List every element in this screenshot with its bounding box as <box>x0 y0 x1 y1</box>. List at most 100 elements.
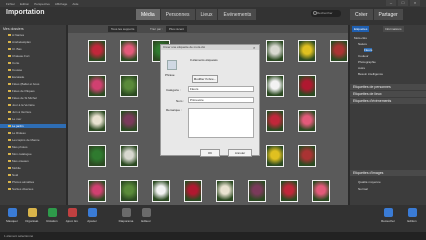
folder-item[interactable]: Le jardin <box>0 124 66 128</box>
folder-item[interactable]: Le mer <box>8 117 21 121</box>
keyword-item[interactable]: Couleur <box>358 54 369 58</box>
photo-thumbnail[interactable] <box>120 110 138 132</box>
tag-section-header[interactable]: Etiquettes d'évènements <box>350 98 426 104</box>
folder-label: Fêtes de St Michel <box>12 96 37 100</box>
keyword-item[interactable]: Mots-clés <box>354 36 367 40</box>
image-tag-item[interactable]: Normal <box>358 187 368 191</box>
photo-thumbnail[interactable] <box>266 40 284 62</box>
folder-item[interactable]: Ansbelastplan <box>8 40 31 44</box>
tab-information[interactable]: Informations <box>383 26 404 32</box>
folder-item[interactable]: Mon catalogue <box>8 152 32 156</box>
minimize-icon[interactable]: – <box>386 0 396 6</box>
bottom-tool-button[interactable]: Diaporama <box>118 208 134 223</box>
folder-item[interactable]: Fêtes de Pâques <box>8 89 35 93</box>
maximize-icon[interactable]: □ <box>398 0 408 6</box>
photo-thumbnail[interactable] <box>298 40 316 62</box>
keyword-item[interactable]: Fleurs <box>364 48 373 52</box>
folder-item[interactable]: Fêtes de St Michel <box>8 96 37 100</box>
menu-item[interactable]: Affichage <box>55 2 67 6</box>
close-icon[interactable]: × <box>410 0 420 6</box>
tag-section-header[interactable]: Etiquettes de lieux <box>350 91 426 97</box>
bottom-tool-button[interactable]: Editeur <box>138 208 154 223</box>
folder-icon <box>8 111 11 113</box>
create-button[interactable]: Créer <box>350 9 373 20</box>
folder-item[interactable]: Le Rideau <box>8 131 26 135</box>
name-field[interactable]: Primevère <box>188 97 254 103</box>
modify-icon-button[interactable]: Modifier l'icône... <box>192 75 218 83</box>
folder-item[interactable]: Chateau Fort <box>8 54 30 58</box>
folder-item[interactable]: Sorties diverses <box>8 187 33 191</box>
tool-label: Diaporama <box>118 219 134 223</box>
share-button[interactable]: Partager <box>373 9 403 20</box>
photo-thumbnail[interactable] <box>184 180 202 202</box>
bottom-tool-button[interactable]: Ajout. Ev. <box>64 208 80 223</box>
all-media-button[interactable]: Tous les supports <box>108 26 138 32</box>
photo-thumbnail[interactable] <box>266 110 284 132</box>
tab-events[interactable]: Evénements <box>218 9 257 20</box>
sort-dropdown[interactable]: Plus récent <box>166 26 188 32</box>
flower-photo <box>121 181 137 201</box>
photo-thumbnail[interactable] <box>266 75 284 97</box>
folder-item[interactable]: Mes photos <box>8 145 28 149</box>
bottom-tool-button[interactable]: Ajouter <box>84 208 100 223</box>
photo-thumbnail[interactable] <box>298 110 316 132</box>
keyword-item[interactable]: Nature <box>358 42 367 46</box>
menu-item[interactable]: Edition <box>20 2 29 6</box>
close-icon[interactable]: × <box>253 45 255 50</box>
photo-thumbnail[interactable] <box>120 75 138 97</box>
photo-thumbnail[interactable] <box>120 180 138 202</box>
bottom-tool-button[interactable]: Retoucher <box>380 208 396 223</box>
photo-thumbnail[interactable] <box>312 180 330 202</box>
cancel-button[interactable]: Annuler <box>228 149 252 157</box>
keyword-item[interactable]: Photographie <box>358 60 376 64</box>
tag-section-header[interactable]: Etiquettes de personnes <box>350 84 426 90</box>
folder-item[interactable]: Les lapins de Mamie <box>8 138 40 142</box>
folder-item[interactable]: Cl. Bas <box>8 47 22 51</box>
photo-thumbnail[interactable] <box>298 145 316 167</box>
folder-item[interactable]: A Nantes <box>8 33 24 37</box>
bottom-tool-button[interactable]: Rotation <box>44 208 60 223</box>
photo-thumbnail[interactable] <box>298 75 316 97</box>
remark-field[interactable] <box>188 108 254 138</box>
tab-people[interactable]: Personnes <box>160 9 195 20</box>
folder-item[interactable]: Corte <box>8 61 19 65</box>
photo-thumbnail[interactable] <box>152 180 170 202</box>
folder-item[interactable]: Juin à Verrière <box>8 110 31 114</box>
photo-thumbnail[interactable] <box>88 145 106 167</box>
folder-item[interactable]: Mes oiseaux <box>8 159 29 163</box>
photo-thumbnail[interactable] <box>120 40 138 62</box>
menu-item[interactable]: Fichier <box>6 2 15 6</box>
photo-thumbnail[interactable] <box>120 145 138 167</box>
tab-tags[interactable]: Etiquettes <box>352 26 370 32</box>
photo-thumbnail[interactable] <box>88 75 106 97</box>
category-select[interactable]: Fleurs <box>188 86 254 92</box>
bottom-tool-button[interactable]: Organisat. <box>24 208 40 223</box>
folder-item[interactable]: Cousse <box>8 68 22 72</box>
photo-thumbnail[interactable] <box>88 110 106 132</box>
keyword-item[interactable]: Besoin intelligence <box>358 72 383 76</box>
photo-thumbnail[interactable] <box>248 180 266 202</box>
image-tags-header[interactable]: Etiquettes d'images <box>350 170 426 176</box>
menu-item[interactable]: Perspective <box>34 2 50 6</box>
photo-thumbnail[interactable] <box>216 180 234 202</box>
photo-thumbnail[interactable] <box>88 40 106 62</box>
bottom-tool-button[interactable]: Edition <box>404 208 420 223</box>
tab-places[interactable]: Lieux <box>195 9 218 20</box>
menu-item[interactable]: Aide <box>72 2 78 6</box>
folder-item[interactable]: Escalade <box>8 75 24 79</box>
folder-item[interactable]: Mobile <box>8 166 21 170</box>
photo-thumbnail[interactable] <box>88 180 106 202</box>
folder-item[interactable]: Jour à la Verrière <box>8 103 35 107</box>
keyword-item[interactable]: Autre <box>358 66 365 70</box>
tab-media[interactable]: Média <box>136 9 160 20</box>
folder-item[interactable]: Fêtes (Ballet et boss <box>8 82 39 86</box>
bottom-tool-button[interactable]: Masquer <box>4 208 20 223</box>
ok-button[interactable]: OK <box>200 149 220 157</box>
folder-item[interactable]: Photos aimables <box>8 180 34 184</box>
folder-icon <box>8 41 11 43</box>
image-tag-item[interactable]: Qualité moyenne <box>358 180 381 184</box>
photo-thumbnail[interactable] <box>266 145 284 167</box>
folder-item[interactable]: Noël <box>8 173 18 177</box>
photo-thumbnail[interactable] <box>330 40 348 62</box>
photo-thumbnail[interactable] <box>280 180 298 202</box>
